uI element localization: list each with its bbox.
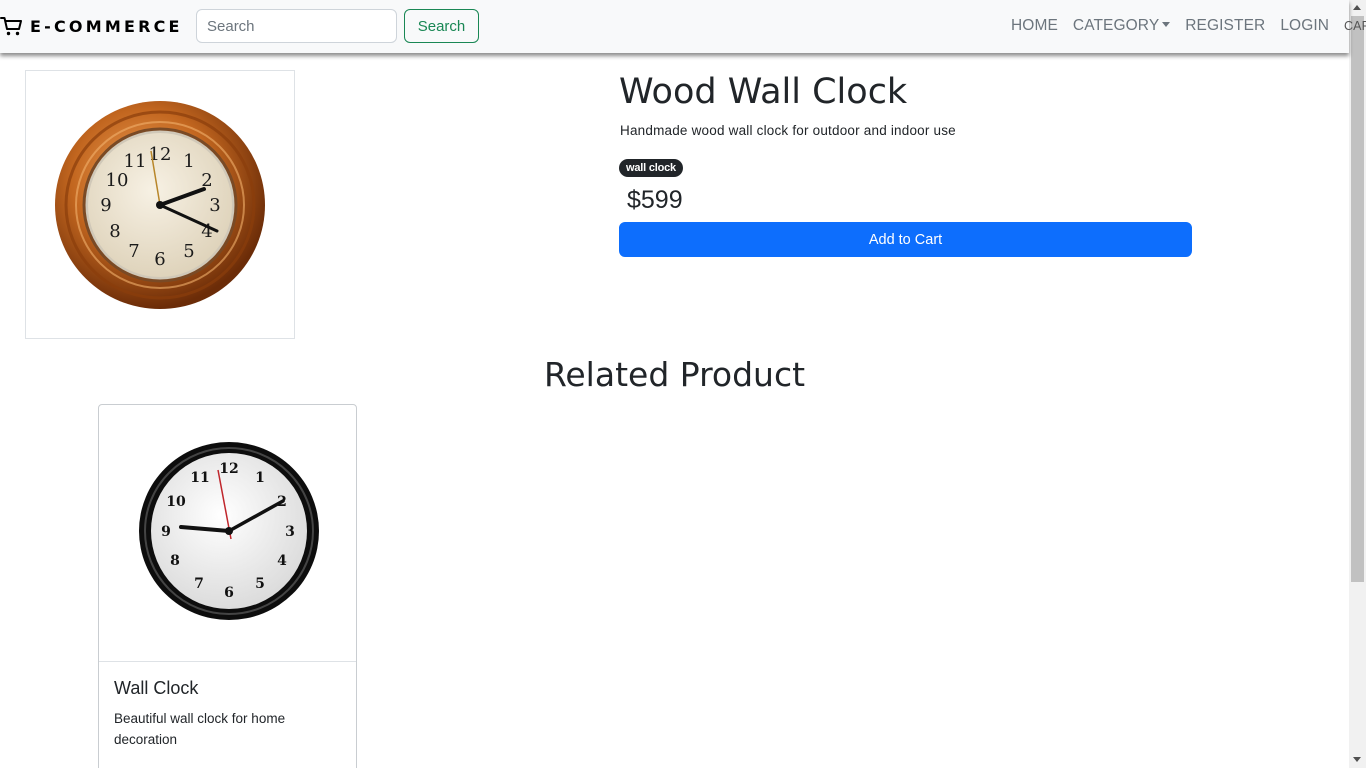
brand-name: E-COMMERCE	[30, 16, 183, 36]
product-price: $599	[627, 186, 683, 214]
svg-text:6: 6	[224, 585, 234, 601]
svg-text:11: 11	[124, 151, 147, 172]
category-badge: wall clock	[619, 159, 683, 177]
related-product-description: Beautiful wall clock for home decoration	[114, 711, 286, 747]
cart-icon	[0, 17, 22, 36]
page: E-COMMERCE Search HOME CATEGORY REGISTER…	[0, 0, 1366, 768]
svg-text:8: 8	[109, 221, 120, 242]
svg-text:10: 10	[166, 494, 186, 510]
nav-home-link[interactable]: HOME	[1011, 17, 1058, 35]
search-button[interactable]: Search	[404, 9, 479, 43]
navbar: E-COMMERCE Search HOME CATEGORY REGISTER…	[0, 0, 1366, 53]
svg-text:9: 9	[100, 195, 111, 216]
nav-category-dropdown[interactable]: CATEGORY	[1072, 17, 1171, 35]
svg-text:3: 3	[285, 524, 295, 540]
wood-wall-clock-image: 12 1 2 3 4 5 6 7 8 9 10 11	[55, 101, 265, 309]
svg-text:7: 7	[128, 241, 139, 262]
nav-login-link[interactable]: LOGIN	[1280, 17, 1329, 35]
related-product-title: Wall Clock	[114, 678, 199, 698]
chevron-down-icon	[1162, 22, 1171, 27]
search-input[interactable]	[196, 9, 397, 43]
related-products-heading: Related Product	[543, 355, 806, 394]
add-to-cart-button[interactable]: Add to Cart	[619, 222, 1192, 257]
brand-link[interactable]: E-COMMERCE	[0, 13, 183, 39]
related-product-card[interactable]: 12 1 2 3 4 5 6 7 8 9 10 11 Wa	[98, 404, 357, 768]
svg-text:1: 1	[255, 470, 265, 486]
svg-text:3: 3	[209, 195, 220, 216]
svg-text:8: 8	[170, 553, 180, 569]
product-image: 12 1 2 3 4 5 6 7 8 9 10 11	[25, 70, 295, 339]
scroll-down-icon[interactable]	[1353, 757, 1361, 762]
scroll-up-icon[interactable]	[1353, 5, 1361, 10]
svg-text:5: 5	[255, 576, 265, 592]
nav-links: HOME CATEGORY REGISTER LOGIN CART	[1011, 15, 1366, 37]
svg-text:10: 10	[106, 170, 129, 191]
nav-cart-link[interactable]: CART	[1344, 19, 1366, 33]
product-description: Handmade wood wall clock for outdoor and…	[620, 123, 956, 138]
svg-text:11: 11	[190, 470, 209, 486]
vertical-scrollbar[interactable]	[1349, 0, 1366, 768]
wall-clock-image: 12 1 2 3 4 5 6 7 8 9 10 11	[139, 442, 319, 620]
svg-text:7: 7	[194, 576, 204, 592]
svg-text:12: 12	[219, 461, 238, 477]
nav-register-link[interactable]: REGISTER	[1185, 17, 1265, 35]
svg-text:5: 5	[183, 241, 194, 262]
svg-text:9: 9	[161, 524, 171, 540]
product-title: Wood Wall Clock	[619, 72, 908, 112]
svg-text:4: 4	[277, 553, 287, 569]
svg-text:6: 6	[154, 249, 165, 270]
svg-text:1: 1	[183, 151, 194, 172]
scroll-thumb[interactable]	[1351, 16, 1364, 582]
related-product-image: 12 1 2 3 4 5 6 7 8 9 10 11	[99, 405, 356, 662]
nav-category-label: CATEGORY	[1072, 17, 1160, 34]
